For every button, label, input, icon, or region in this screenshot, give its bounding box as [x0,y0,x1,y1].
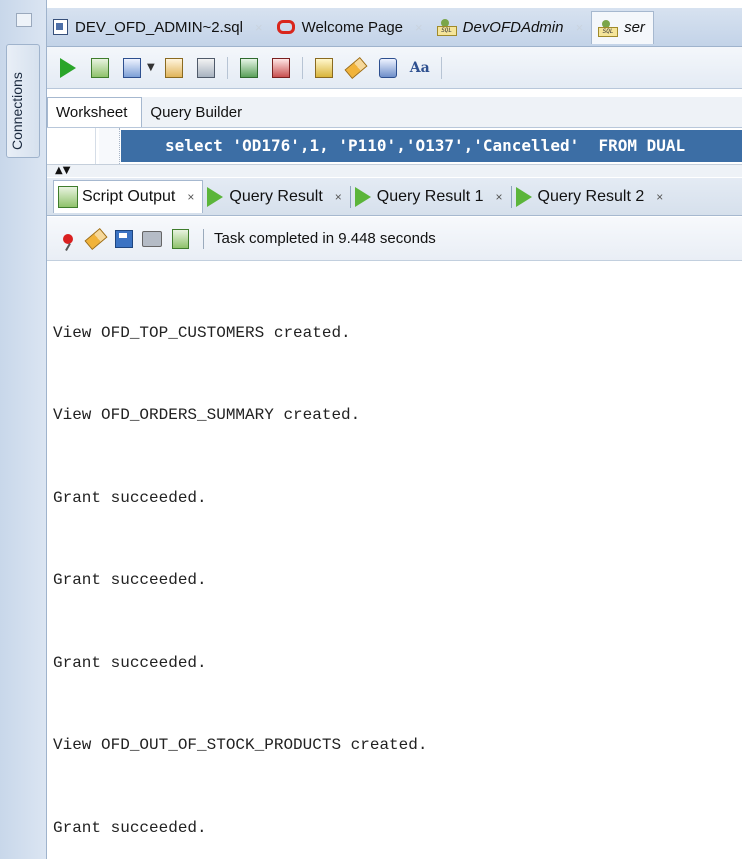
eraser-icon [344,56,368,79]
worksheet-tab-strip: Worksheet Query Builder [47,97,742,128]
freeze-view-button[interactable] [57,228,79,250]
script-output-area[interactable]: View OFD_TOP_CUSTOMERS created. View OFD… [47,262,742,859]
open-script-button[interactable] [169,228,191,250]
output-toolbar: Task completed in 9.448 seconds [47,217,742,261]
rollback-button[interactable] [268,55,294,81]
history-button[interactable] [375,55,401,81]
chevron-down-icon[interactable]: ▼ [147,62,155,73]
close-icon[interactable]: × [575,20,583,35]
tab-query-result-2[interactable]: Query Result 2 × [512,181,672,213]
close-icon[interactable]: × [335,190,342,204]
tab-label: Query Result 1 [376,187,484,205]
tab-dev-ofd-admin-sql[interactable]: DEV_OFD_ADMIN~2.sql × [47,12,271,42]
close-icon[interactable]: × [415,20,423,35]
toolbar-separator [203,228,204,249]
format-case-button[interactable]: Aa [407,55,433,81]
tab-ser[interactable]: SQL ser [591,10,654,44]
tab-label: Welcome Page [301,18,404,36]
commit-check-icon [239,57,258,78]
run-statement-button[interactable] [55,55,81,81]
eraser-icon [84,227,108,250]
explain-plan-icon [164,57,183,78]
output-line: Grant succeeded. [53,654,207,672]
collapse-arrows-icon[interactable]: ▲▼ [55,165,70,177]
clock-icon [378,57,397,78]
run-script-button[interactable] [87,55,113,81]
sql-editor[interactable]: select 'OD176',1, 'P110','O137','Cancell… [47,128,742,165]
selected-sql-text[interactable]: select 'OD176',1, 'P110','O137','Cancell… [121,130,742,162]
commit-check-button[interactable] [236,55,262,81]
close-icon[interactable]: × [656,190,663,204]
output-line: Grant succeeded. [53,571,207,589]
output-line: View OFD_ORDERS_SUMMARY created. [53,406,361,424]
task-status: Task completed in 9.448 seconds [214,230,436,247]
output-tab-strip: Script Output × Query Result × Query Res… [47,178,742,216]
script-icon [171,228,189,249]
commit-icon [123,57,141,78]
tab-welcome-page[interactable]: Welcome Page × [271,12,431,42]
worksheet-toolbar: ▼ Aa [47,47,742,89]
restore-panel-icon[interactable] [16,13,32,27]
sql-connection-icon: SQL [436,19,457,36]
toolbar-separator [301,56,303,79]
rollback-icon [271,57,290,78]
tab-script-output[interactable]: Script Output × [53,180,204,213]
sql-tuning-button[interactable] [311,55,337,81]
toolbar-separator [440,56,442,79]
tab-devofdadmin[interactable]: SQL DevOFDAdmin × [431,12,591,42]
tab-label: Query Result [229,187,323,205]
play-icon [354,186,371,207]
sql-connection-icon: SQL [598,19,619,37]
print-icon [142,230,162,247]
play-icon [207,186,224,207]
autotrace-button[interactable] [193,55,219,81]
autotrace-icon [196,57,215,78]
script-icon [91,57,109,78]
clear-output-button[interactable] [84,227,108,250]
pin-icon [63,233,73,244]
sql-file-icon [53,19,68,35]
script-output-icon [58,186,78,208]
close-icon[interactable]: × [187,190,194,204]
close-icon[interactable]: × [496,190,503,204]
tab-label: ser [624,19,645,36]
close-icon[interactable]: × [255,20,263,35]
tab-worksheet[interactable]: Worksheet [47,97,143,127]
save-icon [115,229,133,248]
connections-strip: Connections [0,0,47,859]
output-line: View OFD_TOP_CUSTOMERS created. [53,324,351,342]
save-output-button[interactable] [113,228,135,250]
editor-tab-strip: DEV_OFD_ADMIN~2.sql × Welcome Page × SQL… [47,8,742,47]
connections-tab-label: Connections [9,72,25,150]
tab-label: DevOFDAdmin [462,18,564,36]
clear-button[interactable] [343,55,369,81]
pane-splitter[interactable]: ▲▼ [47,165,742,177]
play-icon [60,57,76,78]
output-line: View OFD_OUT_OF_STOCK_PRODUCTS created. [53,736,428,754]
tab-query-result[interactable]: Query Result × [203,181,349,213]
tab-label: DEV_OFD_ADMIN~2.sql [75,18,243,36]
text-case-icon: Aa [409,59,430,76]
tab-query-result-1[interactable]: Query Result 1 × [351,181,511,213]
commit-button[interactable] [119,55,145,81]
tab-label: Script Output [82,188,176,205]
output-line: Grant succeeded. [53,489,207,507]
print-output-button[interactable] [141,228,163,250]
sql-tuning-icon [314,57,333,78]
toolbar-separator [226,56,228,79]
oracle-icon [276,20,295,34]
line-gutter [47,128,96,164]
fold-gutter [99,128,120,164]
output-line: Grant succeeded. [53,819,207,837]
tab-query-builder[interactable]: Query Builder [142,104,256,127]
play-icon [515,186,532,207]
explain-plan-button[interactable] [161,55,187,81]
tab-label: Query Result 2 [537,187,645,205]
